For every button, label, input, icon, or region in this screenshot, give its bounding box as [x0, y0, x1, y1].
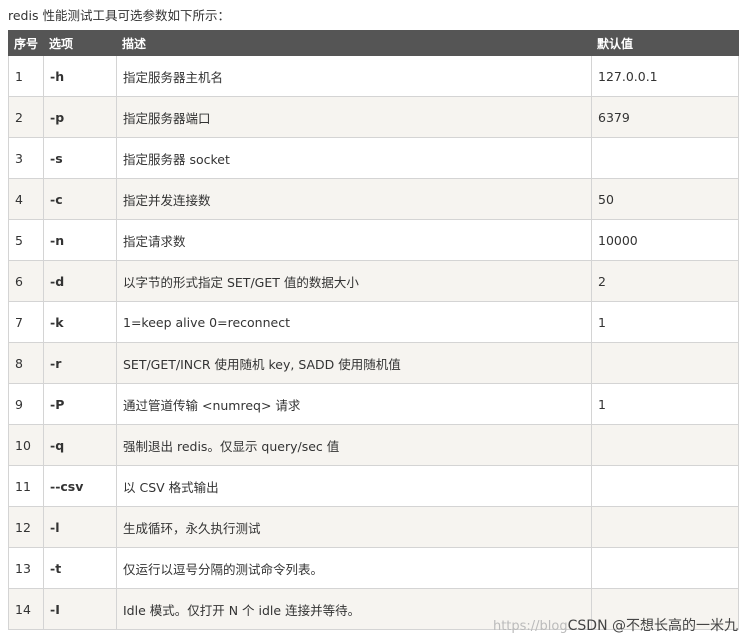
cell-number: 13 [8, 547, 44, 589]
cell-default: 6379 [591, 96, 739, 138]
table-row: 11 --csv 以 CSV 格式输出 [8, 465, 739, 507]
cell-default: 1 [591, 383, 739, 425]
table-row: 4 -c 指定并发连接数 50 [8, 178, 739, 220]
cell-number: 1 [8, 55, 44, 97]
cell-number: 6 [8, 260, 44, 302]
cell-option: -r [43, 342, 117, 384]
cell-option: -I [43, 588, 117, 630]
cell-default: 1 [591, 301, 739, 343]
table-row: 8 -r SET/GET/INCR 使用随机 key, SADD 使用随机值 [8, 342, 739, 384]
cell-number: 12 [8, 506, 44, 548]
cell-description: 指定并发连接数 [116, 178, 592, 220]
cell-default [591, 424, 739, 466]
watermark: https://blogCSDN @不想长高的一米九 [493, 615, 738, 635]
cell-number: 8 [8, 342, 44, 384]
table-row: 12 -l 生成循环，永久执行测试 [8, 506, 739, 548]
cell-description: 指定服务器端口 [116, 96, 592, 138]
cell-description: SET/GET/INCR 使用随机 key, SADD 使用随机值 [116, 342, 592, 384]
table-row: 3 -s 指定服务器 socket [8, 137, 739, 179]
cell-default: 2 [591, 260, 739, 302]
table-header-row: 序号 选项 描述 默认值 [8, 30, 739, 56]
cell-default: 10000 [591, 219, 739, 261]
cell-option: -P [43, 383, 117, 425]
cell-option: -d [43, 260, 117, 302]
header-default: 默认值 [591, 30, 739, 56]
cell-default [591, 342, 739, 384]
cell-description: 生成循环，永久执行测试 [116, 506, 592, 548]
cell-description: 指定请求数 [116, 219, 592, 261]
table-row: 2 -p 指定服务器端口 6379 [8, 96, 739, 138]
cell-number: 5 [8, 219, 44, 261]
cell-option: -q [43, 424, 117, 466]
cell-option: -t [43, 547, 117, 589]
cell-number: 11 [8, 465, 44, 507]
cell-default: 127.0.0.1 [591, 55, 739, 97]
cell-default [591, 547, 739, 589]
header-number: 序号 [8, 30, 44, 56]
table-row: 7 -k 1=keep alive 0=reconnect 1 [8, 301, 739, 343]
parameters-table: 序号 选项 描述 默认值 1 -h 指定服务器主机名 127.0.0.1 2 -p 指定服务… [8, 30, 739, 630]
table-row: 9 -P 通过管道传输 <numreq> 请求 1 [8, 383, 739, 425]
cell-number: 2 [8, 96, 44, 138]
cell-description: 指定服务器 socket [116, 137, 592, 179]
cell-description: 仅运行以逗号分隔的测试命令列表。 [116, 547, 592, 589]
cell-default [591, 506, 739, 548]
header-option: 选项 [43, 30, 117, 56]
table-row: 13 -t 仅运行以逗号分隔的测试命令列表。 [8, 547, 739, 589]
cell-number: 14 [8, 588, 44, 630]
cell-option: --csv [43, 465, 117, 507]
cell-description: 强制退出 redis。仅显示 query/sec 值 [116, 424, 592, 466]
cell-option: -l [43, 506, 117, 548]
cell-option: -h [43, 55, 117, 97]
cell-number: 10 [8, 424, 44, 466]
cell-description: 1=keep alive 0=reconnect [116, 301, 592, 343]
cell-number: 4 [8, 178, 44, 220]
watermark-text: CSDN @不想长高的一米九 [567, 618, 738, 634]
cell-description: 通过管道传输 <numreq> 请求 [116, 383, 592, 425]
table-row: 5 -n 指定请求数 10000 [8, 219, 739, 261]
intro-text: redis 性能测试工具可选参数如下所示： [8, 8, 230, 23]
cell-description: 以字节的形式指定 SET/GET 值的数据大小 [116, 260, 592, 302]
watermark-url: https://blog [492, 619, 568, 634]
table-row: 1 -h 指定服务器主机名 127.0.0.1 [8, 55, 739, 97]
cell-default: 50 [591, 178, 739, 220]
cell-option: -s [43, 137, 117, 179]
cell-option: -c [43, 178, 117, 220]
cell-option: -p [43, 96, 117, 138]
cell-number: 3 [8, 137, 44, 179]
cell-number: 9 [8, 383, 44, 425]
table-row: 10 -q 强制退出 redis。仅显示 query/sec 值 [8, 424, 739, 466]
cell-description: 以 CSV 格式输出 [116, 465, 592, 507]
cell-option: -k [43, 301, 117, 343]
cell-number: 7 [8, 301, 44, 343]
cell-description: 指定服务器主机名 [116, 55, 592, 97]
cell-default [591, 137, 739, 179]
cell-default [591, 465, 739, 507]
header-description: 描述 [116, 30, 592, 56]
cell-option: -n [43, 219, 117, 261]
table-row: 6 -d 以字节的形式指定 SET/GET 值的数据大小 2 [8, 260, 739, 302]
